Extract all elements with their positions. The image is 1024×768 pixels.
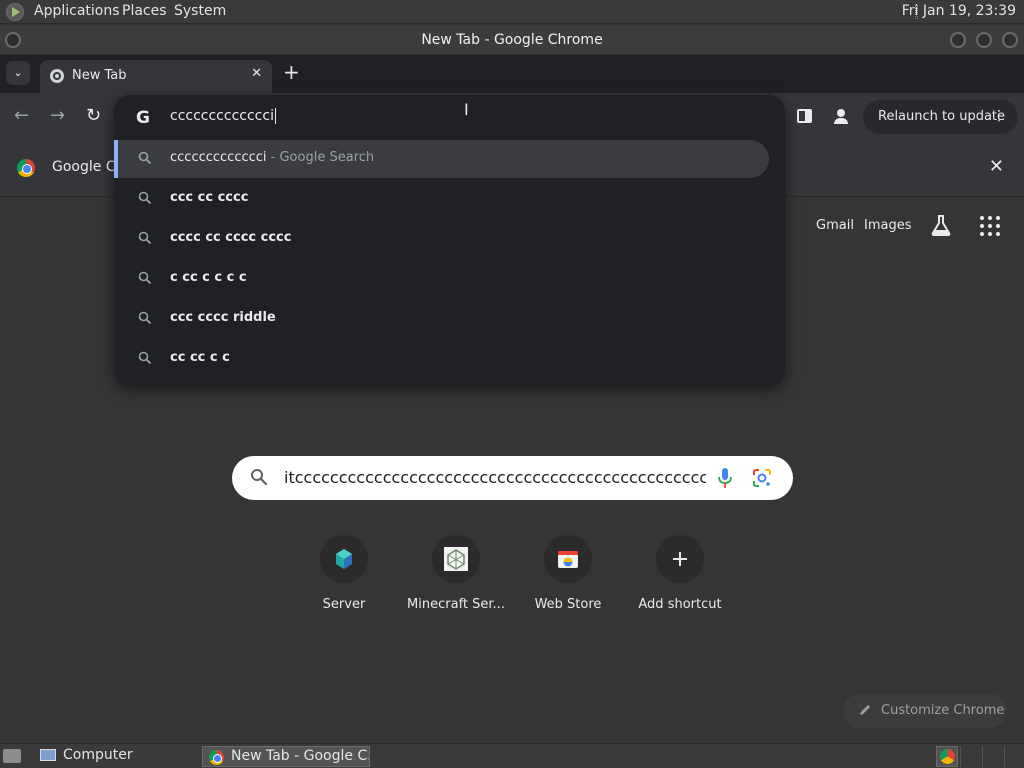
shortcut-minecraft-server[interactable]: Minecraft Ser...	[400, 535, 512, 615]
new-tab-button[interactable]: +	[283, 62, 300, 82]
tab-search-button[interactable]: ⌄	[6, 61, 30, 85]
computer-icon	[40, 749, 56, 761]
tab-title: New Tab	[72, 68, 127, 83]
tab-strip: ⌄ New Tab ✕ +	[0, 55, 1024, 93]
search-icon	[138, 351, 152, 365]
suggestion-text: cccc cc cccc cccc	[170, 230, 292, 245]
workspace-chrome-icon[interactable]	[936, 746, 958, 767]
shortcut-server[interactable]: Server	[288, 535, 400, 615]
server-favicon-icon	[336, 549, 352, 569]
shortcut-tile	[320, 535, 368, 583]
add-icon	[673, 552, 687, 566]
chrome-favicon-icon	[50, 69, 64, 83]
address-bar-value: ccccccccccccci	[170, 108, 274, 124]
suggestion-text: ccc cccc riddle	[170, 310, 276, 325]
suggestion-item[interactable]: cc cc c c	[114, 340, 785, 378]
ntp-search-input[interactable]: itcccccccccccccccccccccccccccccccccccccc…	[284, 468, 706, 487]
google-apps-icon[interactable]	[980, 216, 1000, 236]
chrome-icon	[209, 750, 224, 765]
close-window-button[interactable]	[1002, 32, 1018, 48]
suggestion-item[interactable]: ccc cccc riddle	[114, 300, 785, 338]
tab-close-icon[interactable]: ✕	[251, 66, 262, 81]
suggestion-text: ccc cc cccc	[170, 190, 249, 205]
suggestion-item[interactable]: c cc c c c c	[114, 260, 785, 298]
microphone-icon[interactable]	[718, 467, 732, 489]
suggestion-item[interactable]: ccccccccccccci - Google Search	[114, 140, 769, 178]
relaunch-label: Relaunch to update	[878, 109, 1006, 124]
shortcut-tile	[432, 535, 480, 583]
ibeam-cursor-icon: I	[464, 100, 469, 119]
profile-icon[interactable]	[830, 105, 852, 127]
search-icon	[138, 311, 152, 325]
suggestion-text: ccccccccccccci - Google Search	[170, 150, 374, 165]
suggestion-item[interactable]: ccc cc cccc	[114, 180, 785, 218]
forward-button[interactable]: →	[50, 105, 65, 126]
customize-chrome-label: Customize Chrome	[881, 703, 1005, 718]
images-link[interactable]: Images	[864, 218, 912, 233]
suggestion-item[interactable]: cccc cc cccc cccc	[114, 220, 785, 258]
top-panel: Applications Places System Fri Jan 19, 2…	[0, 0, 1024, 24]
places-menu[interactable]: Places	[122, 3, 167, 19]
distro-logo-icon[interactable]	[6, 3, 24, 21]
workspace-slot[interactable]	[982, 746, 1004, 767]
bottom-taskbar: Computer New Tab - Google C...	[0, 743, 1024, 768]
tab-new-tab[interactable]: New Tab ✕	[40, 60, 272, 93]
shortcut-add[interactable]: Add shortcut	[624, 535, 736, 615]
panel-clock[interactable]: Fri Jan 19, 23:39	[902, 3, 1016, 19]
chrome-menu-icon[interactable]: ⋮	[992, 108, 1006, 124]
ntp-search-box[interactable]: itcccccccccccccccccccccccccccccccccccccc…	[232, 456, 793, 500]
taskbar-item-label: Computer	[63, 747, 133, 763]
taskbar-item-label: New Tab - Google C...	[231, 748, 370, 764]
reload-button[interactable]: ↻	[86, 105, 101, 126]
minimize-button[interactable]	[950, 32, 966, 48]
omnibox-dropdown: G ccccccccccccci ccccccccccccci - Google…	[114, 95, 785, 386]
shortcut-tile	[656, 535, 704, 583]
show-desktop-icon[interactable]	[3, 749, 21, 763]
google-g-icon: G	[136, 108, 150, 128]
shortcut-web-store[interactable]: Web Store	[512, 535, 624, 615]
gmail-link[interactable]: Gmail	[816, 218, 854, 233]
labs-flask-icon[interactable]	[930, 214, 952, 236]
workspace-slot[interactable]	[1004, 746, 1024, 767]
search-icon	[138, 151, 152, 165]
chrome-logo-icon	[17, 159, 35, 177]
minecraft-favicon-icon	[444, 547, 468, 571]
back-button[interactable]: ←	[14, 105, 29, 126]
applications-menu[interactable]: Applications	[34, 3, 120, 19]
customize-chrome-button[interactable]: Customize Chrome	[843, 694, 1007, 728]
workspace-slot[interactable]	[960, 746, 982, 767]
shortcut-label: Web Store	[534, 597, 602, 612]
info-bar-close-icon[interactable]: ✕	[989, 156, 1004, 177]
taskbar-item-chrome[interactable]: New Tab - Google C...	[202, 746, 370, 767]
search-icon	[138, 271, 152, 285]
address-bar-input[interactable]: ccccccccccccci	[170, 108, 276, 124]
search-icon	[138, 191, 152, 205]
suggestion-suffix: - Google Search	[266, 150, 375, 165]
search-icon	[251, 469, 268, 486]
search-icon	[138, 231, 152, 245]
window-titlebar[interactable]: New Tab - Google Chrome	[0, 25, 1024, 55]
system-menu[interactable]: System	[174, 3, 226, 19]
suggestion-text: c cc c c c c	[170, 270, 247, 285]
text-caret	[274, 108, 276, 124]
shortcut-label: Minecraft Ser...	[407, 597, 505, 612]
suggestion-query: ccccccccccccci	[170, 150, 267, 165]
window-title: New Tab - Google Chrome	[421, 32, 603, 48]
shortcut-tile	[544, 535, 592, 583]
shortcut-label: Server	[322, 597, 366, 612]
shortcut-label: Add shortcut	[638, 597, 722, 612]
google-lens-icon[interactable]	[752, 468, 772, 488]
maximize-button[interactable]	[976, 32, 992, 48]
pencil-icon	[860, 705, 870, 715]
web-store-icon	[558, 551, 578, 568]
side-panel-icon[interactable]	[797, 109, 812, 123]
relaunch-button[interactable]: Relaunch to update ⋮	[863, 100, 1018, 134]
taskbar-item-computer[interactable]: Computer	[36, 746, 196, 767]
suggestion-text: cc cc c c	[170, 350, 230, 365]
